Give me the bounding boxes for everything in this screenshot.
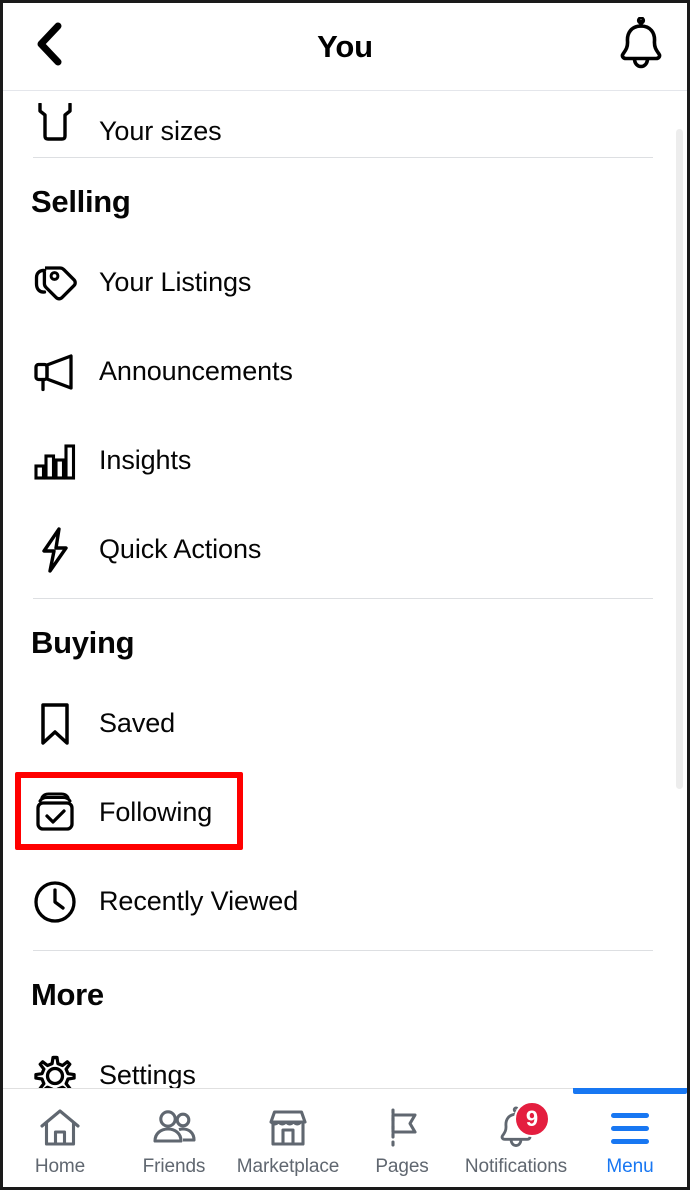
menu-item-following[interactable]: Following — [3, 768, 687, 857]
clock-icon — [31, 878, 79, 926]
section-header-more: More — [31, 977, 104, 1012]
menu-item-label: Insights — [99, 445, 192, 475]
menu-item-your-sizes[interactable]: Your sizes — [3, 91, 687, 153]
bar-chart-icon — [31, 437, 79, 485]
nav-label: Friends — [142, 1156, 206, 1177]
bell-icon: 9 — [495, 1101, 550, 1151]
nav-item-menu[interactable]: Menu — [573, 1088, 687, 1187]
marketplace-icon — [265, 1105, 311, 1151]
flag-icon — [381, 1105, 423, 1151]
section-header-selling: Selling — [31, 184, 131, 219]
app-header: You — [3, 3, 687, 91]
home-icon — [38, 1105, 82, 1151]
chevron-left-icon — [32, 21, 66, 72]
menu-item-label: Announcements — [99, 356, 293, 386]
bell-icon — [616, 16, 666, 76]
active-tab-indicator — [573, 1088, 687, 1094]
bottom-navigation-bar: Home Friends Marketplace Pages 9 Notific… — [3, 1088, 687, 1187]
price-tag-icon — [31, 259, 79, 307]
divider — [33, 950, 653, 951]
menu-item-announcements[interactable]: Announcements — [3, 327, 687, 416]
nav-label: Marketplace — [236, 1156, 340, 1177]
menu-item-recently-viewed[interactable]: Recently Viewed — [3, 857, 687, 946]
gear-icon — [31, 1052, 79, 1088]
friends-icon — [150, 1105, 198, 1151]
menu-item-label: Quick Actions — [99, 534, 262, 564]
lightning-bolt-icon — [31, 526, 79, 574]
megaphone-icon — [31, 348, 79, 396]
menu-item-label: Your Listings — [99, 267, 252, 297]
menu-item-quick-actions[interactable]: Quick Actions — [3, 505, 687, 594]
nav-item-pages[interactable]: Pages — [345, 1089, 459, 1187]
notifications-bell-button[interactable] — [595, 3, 687, 91]
menu-scroll-area[interactable]: Your sizes Selling Your Listings Announc… — [3, 91, 687, 1088]
menu-item-settings[interactable]: Settings — [3, 1031, 687, 1088]
menu-item-saved[interactable]: Saved — [3, 679, 687, 768]
menu-content: Your sizes Selling Your Listings Announc… — [3, 91, 687, 1088]
scrollbar-thumb[interactable] — [676, 129, 683, 789]
notification-badge: 9 — [514, 1101, 550, 1137]
nav-item-notifications[interactable]: 9 Notifications — [459, 1089, 573, 1187]
box-check-icon — [31, 789, 79, 837]
nav-label: Pages — [375, 1156, 429, 1177]
nav-label: Notifications — [464, 1156, 568, 1177]
tshirt-icon — [31, 99, 79, 147]
divider — [33, 598, 653, 599]
menu-item-insights[interactable]: Insights — [3, 416, 687, 505]
menu-item-label: Following — [99, 797, 213, 827]
menu-item-label: Your sizes — [99, 116, 222, 146]
nav-label: Menu — [606, 1156, 654, 1177]
nav-label: Home — [34, 1156, 86, 1177]
nav-item-friends[interactable]: Friends — [117, 1089, 231, 1187]
page-title: You — [317, 28, 373, 64]
app-screen: You Your sizes Selling Your Listings Ann… — [0, 0, 690, 1190]
menu-item-label: Settings — [99, 1060, 196, 1088]
divider — [33, 157, 653, 158]
menu-item-label: Saved — [99, 708, 176, 738]
section-header-buying: Buying — [31, 625, 135, 660]
nav-item-marketplace[interactable]: Marketplace — [231, 1089, 345, 1187]
menu-item-your-listings[interactable]: Your Listings — [3, 238, 687, 327]
bookmark-icon — [31, 700, 79, 748]
back-button[interactable] — [3, 3, 95, 91]
nav-item-home[interactable]: Home — [3, 1089, 117, 1187]
menu-item-label: Recently Viewed — [99, 886, 299, 916]
hamburger-icon — [611, 1105, 649, 1151]
